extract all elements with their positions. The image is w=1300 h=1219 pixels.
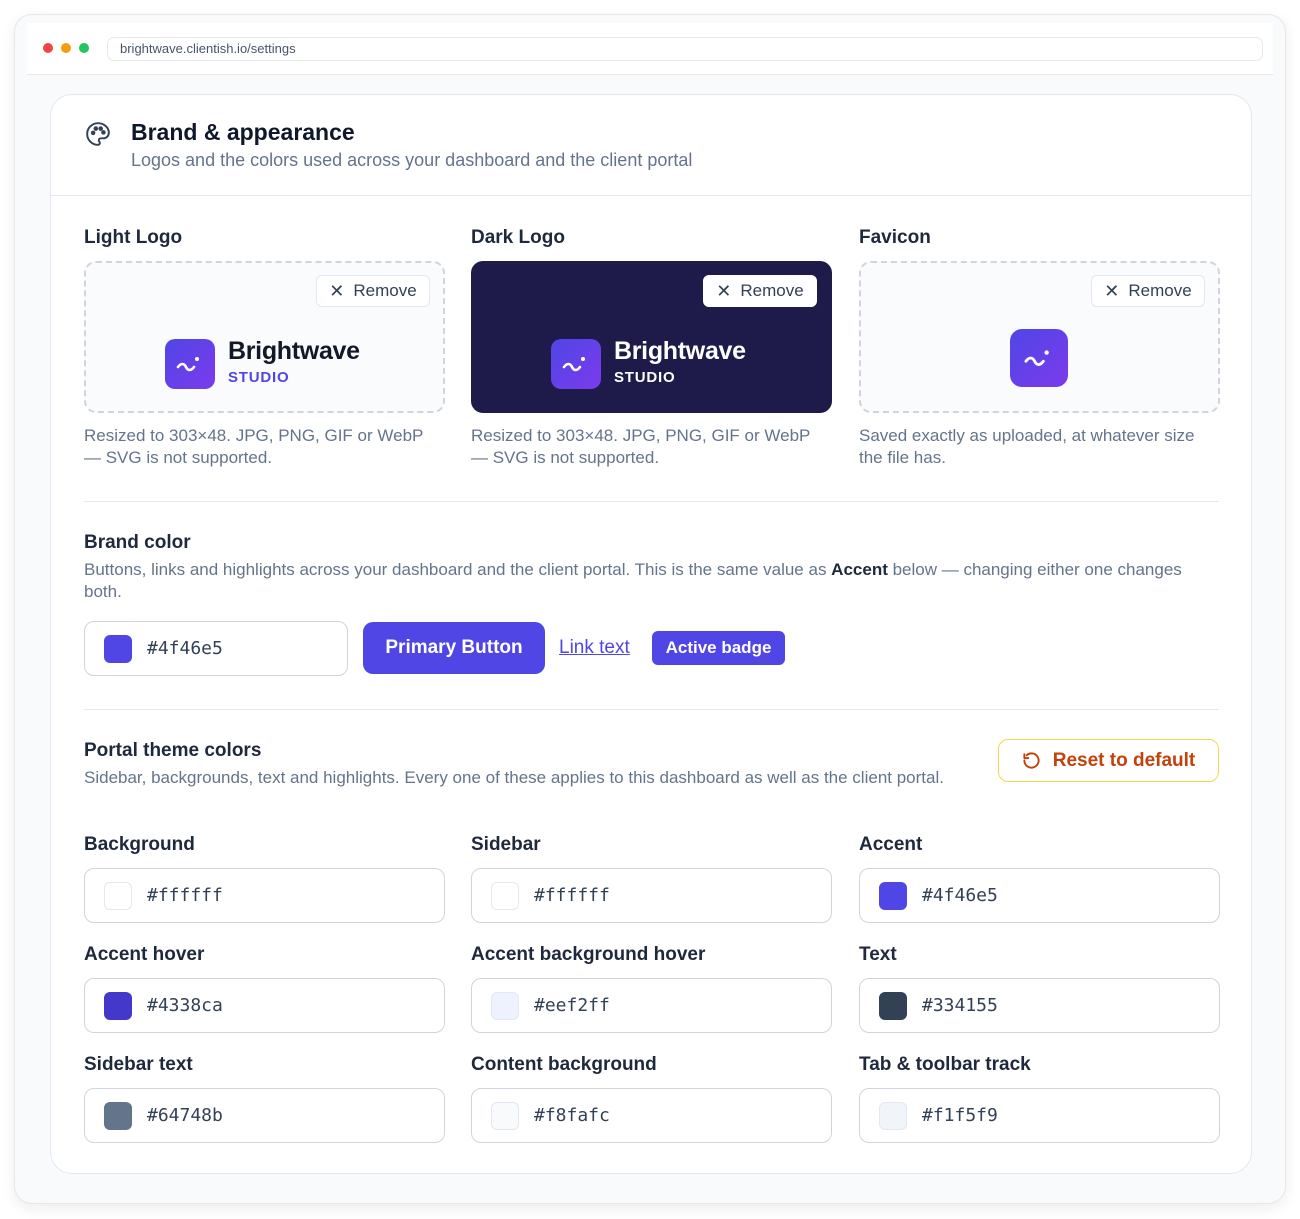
close-icon: ✕ (1104, 280, 1120, 301)
primary-button-preview[interactable]: Primary Button (363, 622, 545, 674)
link-text-preview[interactable]: Link text (559, 637, 630, 659)
dark-logo-help: Resized to 303×48. JPG, PNG, GIF or WebP… (471, 426, 811, 467)
brand-name: Brightwave (614, 337, 746, 365)
accent-color-input[interactable]: #4f46e5 (859, 868, 1220, 923)
dark-logo-dropzone[interactable]: ✕ Remove Brightwave STUDIO (471, 261, 832, 413)
brand-mark-icon (551, 339, 601, 389)
brand-color-input[interactable]: #4f46e5 (84, 621, 348, 676)
remove-dark-logo-button[interactable]: ✕ Remove (703, 275, 817, 307)
brand-color-description: Buttons, links and highlights across you… (84, 560, 1182, 601)
brand-tag: STUDIO (614, 369, 676, 386)
content-background-swatch[interactable] (491, 1102, 519, 1130)
accent-background-hover-swatch[interactable] (491, 992, 519, 1020)
favicon-preview-icon (1010, 329, 1068, 387)
section-divider (84, 501, 1219, 502)
section-divider (84, 709, 1219, 710)
favicon-help: Saved exactly as uploaded, at whatever s… (859, 426, 1195, 467)
page-title: Brand & appearance (131, 119, 355, 145)
accent-background-hover-hex: #eef2ff (534, 995, 610, 1016)
portal-theme-description: Sidebar, backgrounds, text and highlight… (84, 768, 944, 787)
light-logo-dropzone[interactable]: ✕ Remove Brightwave STUDIO (84, 261, 445, 413)
close-icon: ✕ (329, 280, 345, 301)
light-logo-help: Resized to 303×48. JPG, PNG, GIF or WebP… (84, 426, 424, 467)
remove-label: Remove (740, 281, 804, 300)
maximize-window-button[interactable] (79, 43, 89, 53)
card-header: Brand & appearance Logos and the colors … (51, 95, 1251, 196)
tab-toolbar-track-hex: #f1f5f9 (922, 1105, 998, 1126)
content-background-label: Content background (471, 1054, 657, 1075)
browser-titlebar: brightwave.clientish.io/settings (27, 23, 1273, 75)
dark-logo-label: Dark Logo (471, 227, 565, 248)
active-badge-preview: Active badge (652, 631, 785, 665)
brand-color-title: Brand color (84, 532, 191, 553)
remove-light-logo-button[interactable]: ✕ Remove (316, 275, 430, 307)
page-subtitle: Logos and the colors used across your da… (131, 150, 693, 170)
favicon-dropzone[interactable]: ✕ Remove (859, 261, 1220, 413)
sidebar-label: Sidebar (471, 834, 541, 855)
accent-background-hover-color-input[interactable]: #eef2ff (471, 978, 832, 1033)
close-window-button[interactable] (43, 43, 53, 53)
content-background-color-input[interactable]: #f8fafc (471, 1088, 832, 1143)
address-bar[interactable]: brightwave.clientish.io/settings (107, 37, 1263, 61)
tab-toolbar-track-swatch[interactable] (879, 1102, 907, 1130)
brand-appearance-card: Brand & appearance Logos and the colors … (50, 94, 1252, 1174)
browser-window: brightwave.clientish.io/settings Brand &… (14, 14, 1286, 1204)
brand-tag: STUDIO (228, 369, 290, 386)
brand-mark-icon (165, 339, 215, 389)
text-label: Text (859, 944, 897, 965)
window-controls (43, 43, 89, 53)
text-swatch[interactable] (879, 992, 907, 1020)
accent-hover-color-input[interactable]: #4338ca (84, 978, 445, 1033)
accent-hover-hex: #4338ca (147, 995, 223, 1016)
accent-swatch[interactable] (879, 882, 907, 910)
reset-label: Reset to default (1052, 749, 1196, 771)
reset-to-default-button[interactable]: Reset to default (998, 739, 1219, 782)
accent-hex: #4f46e5 (922, 885, 998, 906)
favicon-label: Favicon (859, 227, 931, 248)
minimize-window-button[interactable] (61, 43, 71, 53)
text-hex: #334155 (922, 995, 998, 1016)
brand-color-swatch[interactable] (104, 635, 132, 663)
remove-label: Remove (353, 281, 417, 300)
accent-background-hover-label: Accent background hover (471, 944, 706, 965)
text-color-input[interactable]: #334155 (859, 978, 1220, 1033)
sidebar-color-input[interactable]: #ffffff (471, 868, 832, 923)
background-hex: #ffffff (147, 885, 223, 906)
remove-label: Remove (1128, 281, 1192, 300)
brand-color-hex: #4f46e5 (147, 638, 223, 659)
sidebar-text-color-input[interactable]: #64748b (84, 1088, 445, 1143)
background-color-input[interactable]: #ffffff (84, 868, 445, 923)
tab-toolbar-track-color-input[interactable]: #f1f5f9 (859, 1088, 1220, 1143)
reset-icon (1023, 752, 1040, 769)
brand-name: Brightwave (228, 337, 360, 365)
sidebar-hex: #ffffff (534, 885, 610, 906)
close-icon: ✕ (716, 280, 732, 301)
portal-theme-title: Portal theme colors (84, 740, 262, 761)
palette-icon (86, 122, 110, 146)
sidebar-swatch[interactable] (491, 882, 519, 910)
tab-toolbar-track-label: Tab & toolbar track (859, 1054, 1031, 1075)
accent-hover-label: Accent hover (84, 944, 205, 965)
background-label: Background (84, 834, 195, 855)
accent-label: Accent (859, 834, 923, 855)
content-background-hex: #f8fafc (534, 1105, 610, 1126)
sidebar-text-swatch[interactable] (104, 1102, 132, 1130)
sidebar-text-hex: #64748b (147, 1105, 223, 1126)
sidebar-text-label: Sidebar text (84, 1054, 193, 1075)
remove-favicon-button[interactable]: ✕ Remove (1091, 275, 1205, 307)
light-logo-label: Light Logo (84, 227, 183, 248)
accent-hover-swatch[interactable] (104, 992, 132, 1020)
background-swatch[interactable] (104, 882, 132, 910)
